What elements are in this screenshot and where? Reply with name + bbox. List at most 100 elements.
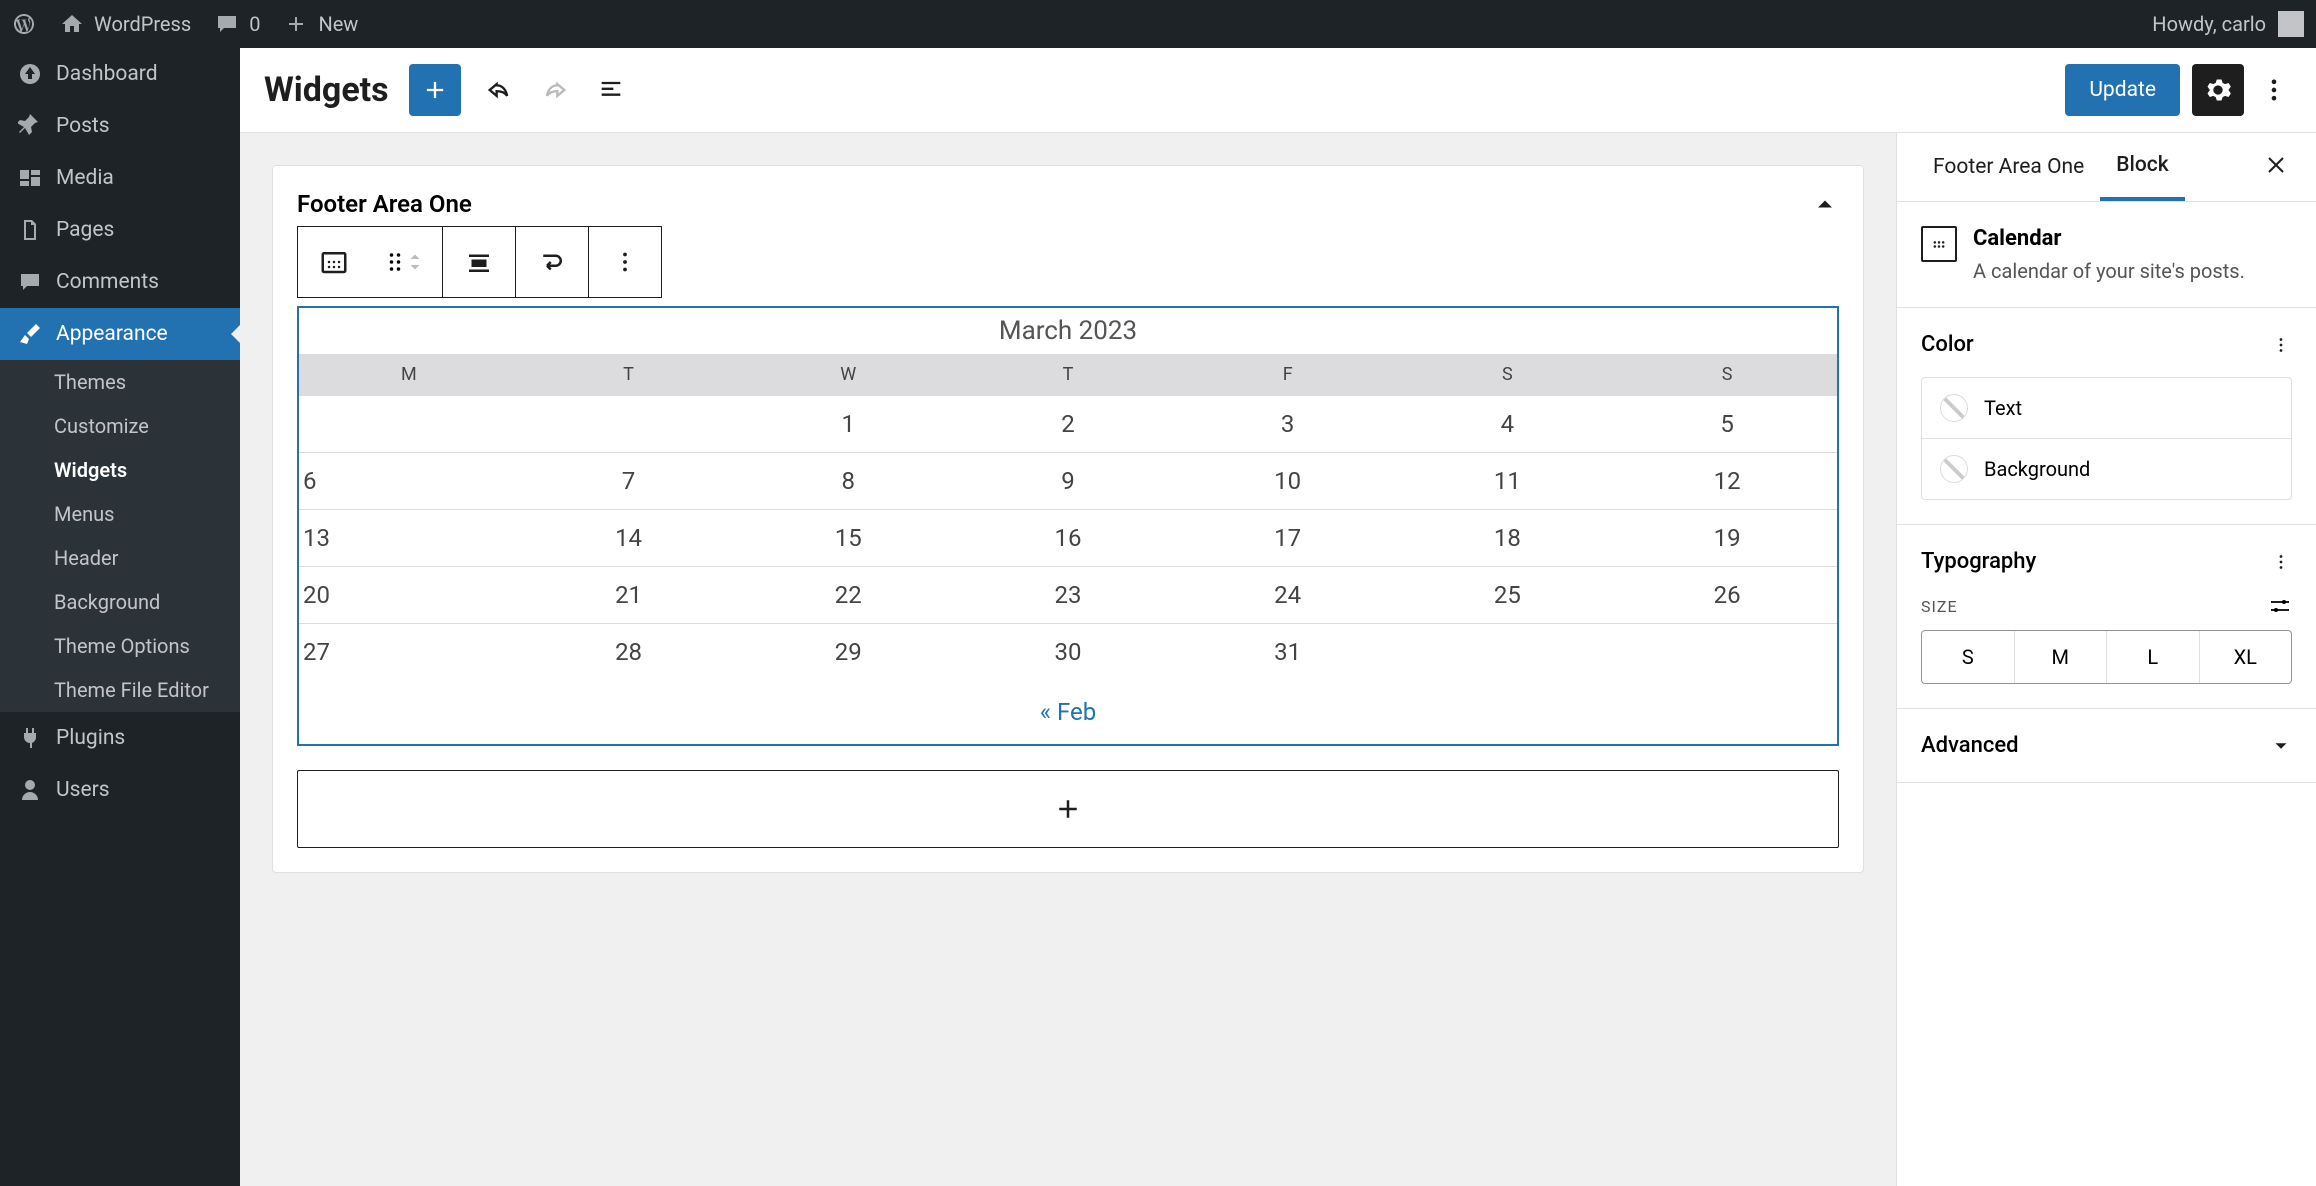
update-button[interactable]: Update — [2065, 64, 2180, 116]
submenu-item-customize[interactable]: Customize — [0, 404, 240, 448]
size-button-m[interactable]: M — [2015, 631, 2108, 683]
widget-area-title: Footer Area One — [297, 190, 472, 218]
calendar-day-cell: 27 — [299, 624, 519, 681]
menu-item-media[interactable]: Media — [0, 152, 240, 204]
more-options-button[interactable] — [2256, 72, 2292, 108]
block-options-button[interactable] — [589, 227, 661, 297]
add-block-appender[interactable] — [297, 770, 1839, 848]
align-button[interactable] — [443, 227, 515, 297]
calendar-day-header: T — [958, 354, 1178, 396]
menu-item-comments[interactable]: Comments — [0, 256, 240, 308]
calendar-day-header: F — [1178, 354, 1398, 396]
color-background-button[interactable]: Background — [1922, 439, 2291, 499]
swatch-icon — [1940, 394, 1968, 422]
calendar-day-header: W — [738, 354, 958, 396]
align-icon — [464, 247, 494, 277]
typography-panel-header[interactable]: Typography — [1921, 549, 2292, 574]
calendar-day-cell: 2 — [958, 396, 1178, 453]
move-icon — [537, 247, 567, 277]
move-down-icon[interactable] — [406, 262, 424, 274]
list-view-button[interactable] — [593, 72, 629, 108]
color-panel-header[interactable]: Color — [1921, 332, 2292, 357]
advanced-panel-header[interactable]: Advanced — [1921, 733, 2292, 758]
menu-item-appearance[interactable]: Appearance — [0, 308, 240, 360]
close-inspector-button[interactable] — [2256, 145, 2296, 189]
kebab-icon — [2260, 76, 2288, 104]
drag-icon — [388, 250, 402, 274]
editor-header: Widgets Update — [240, 48, 2316, 132]
submenu-item-background[interactable]: Background — [0, 580, 240, 624]
chevron-up-icon[interactable] — [1811, 190, 1839, 218]
page-title: Widgets — [264, 70, 389, 110]
new-link[interactable]: New — [284, 12, 358, 36]
comments-link[interactable]: 0 — [215, 12, 260, 36]
home-icon — [60, 12, 84, 36]
calendar-day-cell: 19 — [1617, 510, 1837, 567]
settings-button[interactable] — [2192, 64, 2244, 116]
menu-item-pages[interactable]: Pages — [0, 204, 240, 256]
move-up-icon[interactable] — [406, 250, 424, 262]
undo-button[interactable] — [481, 72, 517, 108]
inspector-sidebar: Footer Area One Block Calendar A calenda… — [1896, 133, 2316, 1186]
calendar-day-cell: 12 — [1617, 453, 1837, 510]
calendar-day-cell — [299, 396, 519, 453]
avatar — [2278, 11, 2304, 37]
submenu-item-themes[interactable]: Themes — [0, 360, 240, 404]
submenu-item-theme-file-editor[interactable]: Theme File Editor — [0, 668, 240, 712]
calendar-day-cell: 14 — [519, 510, 739, 567]
size-button-xl[interactable]: XL — [2200, 631, 2292, 683]
new-label: New — [318, 12, 358, 36]
calendar-day-cell: 3 — [1178, 396, 1398, 453]
block-type-button[interactable] — [298, 227, 370, 297]
size-button-l[interactable]: L — [2107, 631, 2200, 683]
calendar-day-header: S — [1398, 354, 1618, 396]
admin-side-menu: DashboardPostsMediaPagesCommentsAppearan… — [0, 48, 240, 1186]
size-button-s[interactable]: S — [1922, 631, 2015, 683]
sliders-icon[interactable] — [2268, 594, 2292, 618]
size-label: SIZE — [1921, 597, 1958, 616]
calendar-day-cell: 9 — [958, 453, 1178, 510]
comment-icon — [18, 270, 42, 294]
list-icon — [597, 76, 625, 104]
menu-item-plugins[interactable]: Plugins — [0, 712, 240, 764]
calendar-day-cell: 4 — [1398, 396, 1618, 453]
block-description: A calendar of your site's posts. — [1973, 259, 2245, 283]
calendar-block[interactable]: March 2023 MTWTFSS 123456789101112131415… — [297, 306, 1839, 746]
menu-item-users[interactable]: Users — [0, 764, 240, 816]
redo-button[interactable] — [537, 72, 573, 108]
menu-item-posts[interactable]: Posts — [0, 100, 240, 152]
plus-icon — [421, 76, 449, 104]
calendar-icon — [319, 247, 349, 277]
move-to-button[interactable] — [516, 227, 588, 297]
tab-block[interactable]: Block — [2100, 133, 2184, 201]
site-link[interactable]: WordPress — [60, 12, 191, 36]
calendar-day-cell: 22 — [738, 567, 958, 624]
calendar-prev-link[interactable]: « Feb — [1040, 698, 1096, 726]
menu-item-dashboard[interactable]: Dashboard — [0, 48, 240, 100]
plus-icon — [284, 12, 308, 36]
submenu-item-widgets[interactable]: Widgets — [0, 448, 240, 492]
tab-area[interactable]: Footer Area One — [1917, 135, 2100, 199]
pages-icon — [18, 218, 42, 242]
dashboard-icon — [18, 62, 42, 86]
calendar-day-cell: 17 — [1178, 510, 1398, 567]
calendar-day-header: S — [1617, 354, 1837, 396]
calendar-day-cell: 15 — [738, 510, 958, 567]
submenu-item-menus[interactable]: Menus — [0, 492, 240, 536]
drag-handle[interactable] — [370, 250, 442, 274]
close-icon — [2264, 153, 2288, 177]
submenu-item-theme-options[interactable]: Theme Options — [0, 624, 240, 668]
calendar-day-cell: 26 — [1617, 567, 1837, 624]
calendar-day-cell: 23 — [958, 567, 1178, 624]
calendar-table: MTWTFSS 12345678910111213141516171819202… — [299, 354, 1837, 680]
calendar-day-cell: 21 — [519, 567, 739, 624]
color-text-button[interactable]: Text — [1922, 378, 2291, 439]
submenu-item-header[interactable]: Header — [0, 536, 240, 580]
user-icon — [18, 778, 42, 802]
wp-logo[interactable] — [12, 12, 36, 36]
add-block-button[interactable] — [409, 64, 461, 116]
calendar-icon — [1921, 226, 1957, 262]
chevron-down-icon — [2270, 735, 2292, 757]
user-menu[interactable]: Howdy, carlo — [2152, 11, 2304, 37]
greeting: Howdy, carlo — [2152, 12, 2266, 36]
